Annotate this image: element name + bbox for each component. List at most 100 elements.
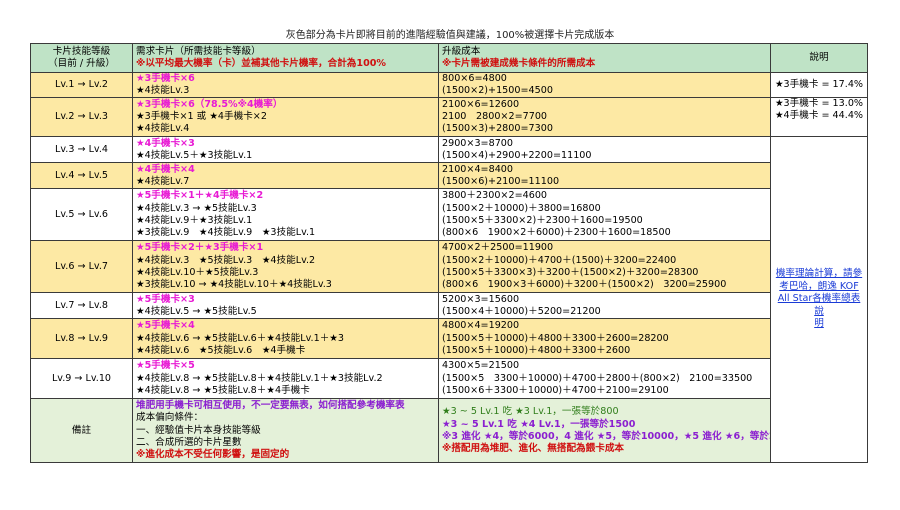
requirement-cell: ★5手機卡×3 ★4技能Lv.5 → ★5技能Lv.5 bbox=[132, 292, 439, 320]
cost-cell: 5200×3=15600 (1500×4＋10000)＋5200=21200 bbox=[438, 292, 771, 320]
probability-table-link[interactable]: 機率理論計算，請參 考巴哈，朗逸 KOF All Star各機率總表說明 bbox=[774, 268, 864, 331]
requirement-line: ★5手機卡×2＋★3手機卡×1 bbox=[136, 242, 264, 254]
requirement-cell: ★4手機卡×3 ★4技能Lv.5＋★3技能Lv.1 bbox=[132, 136, 439, 164]
requirement-line: ★4手機卡×4 bbox=[136, 163, 195, 175]
requirement-line: ★3手機卡×6 bbox=[136, 72, 195, 84]
level-cell: Lv.2 → Lv.3 bbox=[30, 97, 133, 138]
link-text-line[interactable]: All Star各機率總表說 bbox=[774, 293, 864, 318]
header-cost-title: 升級成本 bbox=[442, 45, 481, 57]
requirement-line: ※進化成本不受任何影響，是固定的 bbox=[136, 449, 290, 460]
cost-line: 5200×3=15600 bbox=[442, 293, 520, 305]
table-row: Lv.9 → Lv.10 ★5手機卡×5 ★4技能Lv.8 → ★5技能Lv.8＋★… bbox=[30, 358, 868, 400]
cost-cell: 4300×5=21500 (1500×5 3300＋10000)＋4700＋280… bbox=[438, 358, 771, 400]
requirement-cell: 堆肥用手機卡可相互使用，不一定要無表，如何搭配參考機率表 成本偏向條件： 一、經驗值… bbox=[132, 398, 439, 464]
requirement-line: ★4技能Lv.5＋★3技能Lv.1 bbox=[136, 149, 253, 161]
requirement-line: ★4技能Lv.6 ★5技能Lv.6 ★4手機卡 bbox=[136, 344, 306, 356]
level-cell: Lv.5 → Lv.6 bbox=[30, 188, 133, 242]
requirement-line: 二、合成所選的卡片星數 bbox=[136, 436, 242, 448]
cost-line: (1500×5＋3300×3)＋3200＋(1500×2)＋3200=28300 bbox=[442, 266, 699, 278]
cost-line: ※3 進化 ★4，等於6000，4 進化 ★5，等於10000，★5 進化 ★6… bbox=[442, 430, 771, 442]
cost-cell: 2100×6=12600 2100 2800×2=7700 (1500×3)+280… bbox=[438, 97, 771, 138]
cost-line: 4800×4=19200 bbox=[442, 320, 520, 332]
table-row: Lv.6 → Lv.7 ★5手機卡×2＋★3手機卡×1 ★4技能Lv.3 ★5技能L… bbox=[30, 240, 868, 294]
cost-cell: 4800×4=19200 (1500×5＋10000)＋4800＋3300＋260… bbox=[438, 318, 771, 360]
cost-line: (800×6 1900×2＋6000)＋2300＋1600=18500 bbox=[442, 226, 671, 238]
link-text-line[interactable]: 機率理論計算，請參 bbox=[774, 268, 864, 281]
requirement-line: ★4技能Lv.10＋★5技能Lv.3 bbox=[136, 266, 259, 278]
requirement-line: ★4技能Lv.4 bbox=[136, 123, 190, 135]
note-cell-2: ★3手機卡 = 13.0% ★4手機卡 = 44.4% bbox=[770, 97, 868, 138]
requirement-cell: ★5手機卡×1＋★4手機卡×2 ★4技能Lv.3 → ★5技能Lv.3 ★4技能Lv… bbox=[132, 188, 439, 242]
level-cell: Lv.8 → Lv.9 bbox=[30, 318, 133, 360]
cost-table: 卡片技能等級 （目前 / 升級） 需求卡片（所需技能卡等級） ※以平均最大機率（卡）並… bbox=[30, 43, 868, 464]
link-text-line[interactable]: 明 bbox=[774, 318, 864, 331]
cost-line: 4300×5=21500 bbox=[442, 360, 520, 372]
level-cell: Lv.1 → Lv.2 bbox=[30, 71, 133, 99]
note-line: ★3手機卡 = 13.0% bbox=[774, 98, 864, 110]
link-text-line[interactable]: 考巴哈，朗逸 KOF bbox=[774, 281, 864, 294]
header-cost-note: ※卡片需被建成幾卡條件的所需成本 bbox=[442, 57, 596, 69]
requirement-line: ★4技能Lv.3 bbox=[136, 85, 190, 96]
requirement-cell: ★4手機卡×4 ★4技能Lv.7 bbox=[132, 162, 439, 190]
requirement-cell: ★5手機卡×5 ★4技能Lv.8 → ★5技能Lv.8＋★4技能Lv.1＋★3技能… bbox=[132, 358, 439, 400]
header-requirement-note: ※以平均最大機率（卡）並補其他卡片機率，合計為100% bbox=[136, 57, 387, 69]
requirement-line: 堆肥用手機卡可相互使用，不一定要無表，如何搭配參考機率表 bbox=[136, 400, 405, 412]
requirement-line: ★4技能Lv.8 → ★5技能Lv.8＋★4手機卡 bbox=[136, 384, 310, 396]
cost-line: (1500×2＋10000)＋3800=16800 bbox=[442, 202, 601, 214]
level-cell: Lv.9 → Lv.10 bbox=[30, 358, 133, 400]
cost-line: (1500×2＋10000)＋4700＋(1500)＋3200=22400 bbox=[442, 254, 677, 266]
header-requirement-title: 需求卡片（所需技能卡等級） bbox=[136, 45, 261, 57]
cost-line: ※搭配用為堆肥、進化、無搭配為餵卡成本 bbox=[442, 442, 625, 454]
level-cell: Lv.4 → Lv.5 bbox=[30, 162, 133, 190]
cost-cell: 4700×2＋2500=11900 (1500×2＋10000)＋4700＋(15… bbox=[438, 240, 771, 294]
requirement-line: ★4技能Lv.3 → ★5技能Lv.3 bbox=[136, 202, 257, 214]
cost-line: 2100 2800×2=7700 bbox=[442, 111, 548, 123]
header-requirement: 需求卡片（所需技能卡等級） ※以平均最大機率（卡）並補其他卡片機率，合計為100% bbox=[132, 43, 439, 73]
requirement-line: ★5手機卡×1＋★4手機卡×2 bbox=[136, 190, 264, 202]
cost-line: 800×6=4800 bbox=[442, 72, 507, 84]
header-notes: 說明 bbox=[770, 43, 868, 73]
level-cell: Lv.6 → Lv.7 bbox=[30, 240, 133, 294]
requirement-line: ★3手機卡×6（78.5%※4機率） bbox=[136, 98, 283, 110]
requirement-cell: ★3手機卡×6 ★4技能Lv.3 bbox=[132, 71, 439, 99]
cost-line: 2100×4=8400 bbox=[442, 163, 514, 175]
cost-line: 4700×2＋2500=11900 bbox=[442, 242, 554, 254]
table-row: Lv.3 → Lv.4 ★4手機卡×3 ★4技能Lv.5＋★3技能Lv.1 2900×… bbox=[30, 136, 868, 464]
cost-line: 3800＋2300×2=4600 bbox=[442, 190, 548, 202]
table-row: Lv.7 → Lv.8 ★5手機卡×3 ★4技能Lv.5 → ★5技能Lv.5 520… bbox=[30, 292, 868, 320]
cost-cell: 2900×3=8700 (1500×4)+2900+2200=11100 bbox=[438, 136, 771, 164]
cost-line: (1500×6)+2100=11100 bbox=[442, 175, 560, 187]
cost-line: ★3 ~ 5 Lv.1 吃 ★4 Lv.1，一張等於1500 bbox=[442, 418, 636, 430]
probability-link-cell: 機率理論計算，請參 考巴哈，朗逸 KOF All Star各機率總表說明 bbox=[770, 136, 868, 464]
cost-line: ★3 ~ 5 Lv.1 吃 ★3 Lv.1，一張等於800 bbox=[442, 406, 619, 418]
requirement-line: 成本偏向條件： bbox=[136, 412, 204, 424]
requirement-line: ★4技能Lv.5 → ★5技能Lv.5 bbox=[136, 305, 257, 317]
requirement-line: ★5手機卡×5 bbox=[136, 360, 195, 372]
cost-cell: 2100×4=8400 (1500×6)+2100=11100 bbox=[438, 162, 771, 190]
table-row: Lv.4 → Lv.5 ★4手機卡×4 ★4技能Lv.7 2100×4=8400 (15… bbox=[30, 162, 868, 190]
note-cell-1: ★3手機卡 = 17.4% bbox=[770, 71, 868, 99]
cost-cell: 800×6=4800 (1500×2)+1500=4500 bbox=[438, 71, 771, 99]
cost-line: (1500×2)+1500=4500 bbox=[442, 85, 553, 96]
table-row: Lv.2 → Lv.3 ★3手機卡×6（78.5%※4機率） ★3手機卡×1 或 ★… bbox=[30, 97, 868, 138]
requirement-line: ★4技能Lv.6 → ★5技能Lv.6＋★4技能Lv.1＋★3 bbox=[136, 332, 344, 344]
cost-line: 2100×6=12600 bbox=[442, 98, 520, 110]
header-level-line: （目前 / 升級） bbox=[48, 57, 115, 69]
table-row: Lv.1 → Lv.2 ★3手機卡×6 ★4技能Lv.3 800×6=4800 (150… bbox=[30, 71, 868, 99]
requirement-line: ★4手機卡×3 bbox=[136, 137, 195, 149]
header-level-line: 卡片技能等級 bbox=[52, 45, 111, 57]
requirement-cell: ★3手機卡×6（78.5%※4機率） ★3手機卡×1 或 ★4手機卡×2 ★4技能L… bbox=[132, 97, 439, 138]
header-level: 卡片技能等級 （目前 / 升級） bbox=[30, 43, 133, 73]
requirement-line: ★5手機卡×4 bbox=[136, 320, 195, 332]
cost-line: (1500×5＋3300×2)＋2300＋1600=19500 bbox=[442, 214, 643, 226]
header-row: 卡片技能等級 （目前 / 升級） 需求卡片（所需技能卡等級） ※以平均最大機率（卡）並… bbox=[30, 43, 868, 73]
cost-line: (1500×5＋10000)＋4800＋3300＋2600 bbox=[442, 344, 631, 356]
header-cost: 升級成本 ※卡片需被建成幾卡條件的所需成本 bbox=[438, 43, 771, 73]
cost-line: (1500×4＋10000)＋5200=21200 bbox=[442, 305, 601, 317]
level-cell: Lv.3 → Lv.4 bbox=[30, 136, 133, 164]
cost-line: (1500×4)+2900+2200=11100 bbox=[442, 149, 592, 161]
cost-line: (1500×6＋3300＋10000)＋4700＋2100=29100 bbox=[442, 384, 669, 396]
cost-line: (1500×5＋10000)＋4800＋3300＋2600=28200 bbox=[442, 332, 669, 344]
cost-cell: 3800＋2300×2=4600 (1500×2＋10000)＋3800=1680… bbox=[438, 188, 771, 242]
table-row: Lv.5 → Lv.6 ★5手機卡×1＋★4手機卡×2 ★4技能Lv.3 → ★5技… bbox=[30, 188, 868, 242]
